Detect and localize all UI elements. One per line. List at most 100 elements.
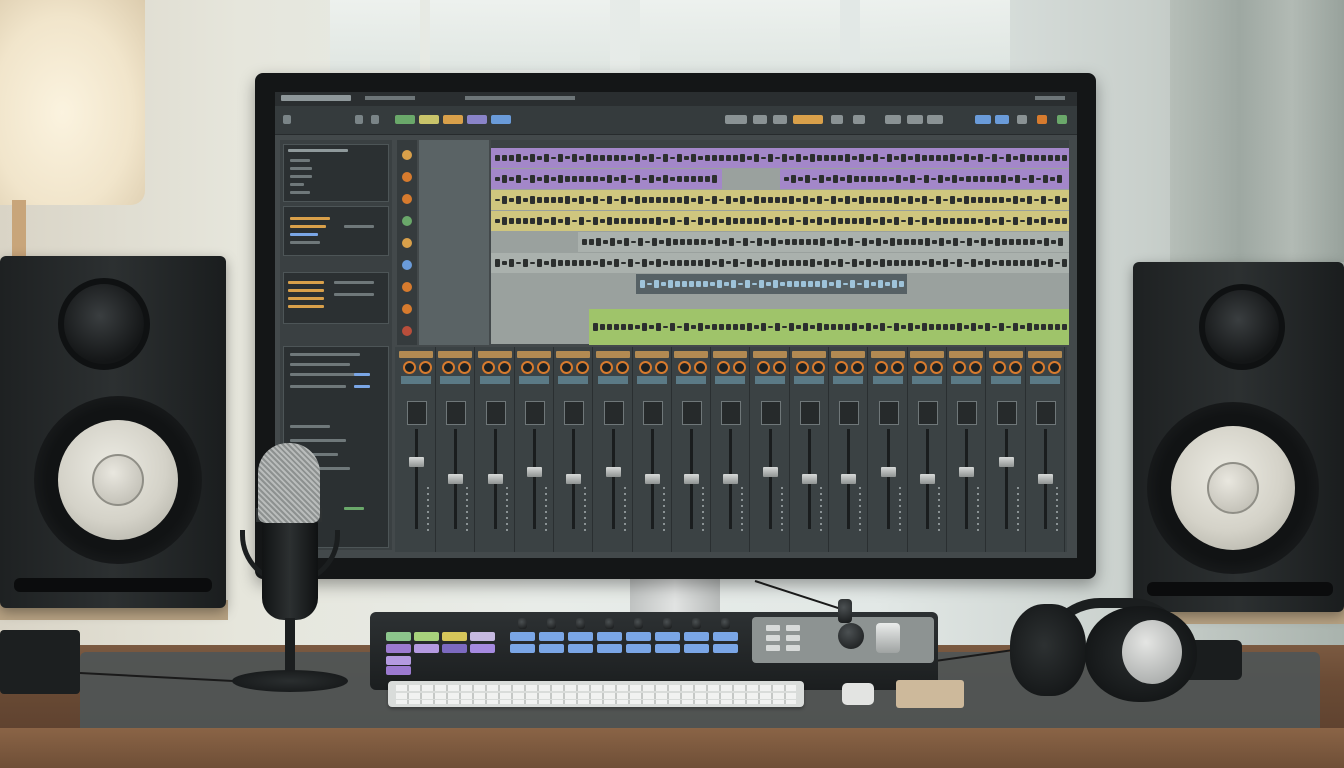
mixer-channel[interactable] — [554, 347, 594, 552]
knob-icon[interactable] — [605, 618, 614, 629]
track-icon[interactable] — [402, 282, 412, 292]
menu-icon[interactable] — [283, 115, 291, 124]
window-controls[interactable] — [1035, 96, 1065, 100]
insert-slot[interactable] — [911, 376, 942, 384]
pan-knob-icon[interactable] — [576, 361, 590, 374]
control-button[interactable] — [766, 635, 780, 641]
mixer-channel[interactable] — [908, 347, 947, 552]
control-button[interactable] — [766, 625, 780, 631]
insert-slot[interactable] — [951, 376, 982, 384]
mixer-channel[interactable] — [711, 347, 751, 552]
volume-fader[interactable] — [1037, 474, 1053, 484]
drum-pad[interactable] — [386, 656, 411, 665]
volume-fader[interactable] — [605, 467, 621, 477]
settings-icon[interactable] — [1017, 115, 1027, 124]
mixer-channel[interactable] — [1026, 347, 1065, 552]
insert-slot[interactable] — [401, 376, 431, 384]
pan-knob-icon[interactable] — [812, 361, 825, 374]
pan-knob-icon[interactable] — [654, 361, 668, 374]
computer-keyboard[interactable] — [388, 681, 804, 707]
drum-pad[interactable] — [414, 632, 439, 641]
pan-knob-icon[interactable] — [756, 361, 770, 374]
arrange-area[interactable] — [491, 148, 1069, 345]
pan-knob-icon[interactable] — [835, 361, 849, 374]
pan-knob-icon[interactable] — [772, 361, 786, 374]
drum-pad[interactable] — [470, 644, 495, 653]
knob-icon[interactable] — [634, 618, 643, 629]
drum-pad[interactable] — [470, 632, 495, 641]
mixer-channel[interactable] — [790, 347, 829, 552]
inspector-panel[interactable] — [283, 272, 389, 324]
track-icon[interactable] — [402, 216, 412, 226]
audio-clip[interactable] — [589, 309, 1069, 345]
channel-name-tab[interactable] — [674, 351, 709, 358]
record-button[interactable] — [1037, 115, 1047, 124]
channel-name-tab[interactable] — [988, 351, 1023, 358]
drum-pad[interactable] — [442, 644, 467, 653]
mixer-channel[interactable] — [436, 347, 476, 552]
mixer-channel[interactable] — [594, 347, 633, 552]
view-toggle-button[interactable] — [975, 115, 991, 124]
pan-knob-icon[interactable] — [953, 361, 967, 374]
control-button[interactable] — [766, 645, 780, 651]
drum-pad[interactable] — [386, 644, 411, 653]
track-icon[interactable] — [402, 194, 412, 204]
volume-fader[interactable] — [566, 474, 582, 484]
pan-knob-icon[interactable] — [615, 361, 629, 374]
pan-knob-icon[interactable] — [796, 361, 809, 374]
volume-fader[interactable] — [409, 457, 424, 467]
joystick-icon[interactable] — [876, 623, 900, 653]
transport-button[interactable] — [885, 115, 901, 124]
insert-slot[interactable] — [990, 376, 1021, 384]
mixer-channel[interactable] — [751, 347, 790, 552]
mixer-channel[interactable] — [987, 347, 1026, 552]
knob-icon[interactable] — [518, 618, 527, 629]
drum-pad[interactable] — [539, 632, 564, 641]
menu-bar[interactable] — [465, 96, 575, 100]
drum-pad[interactable] — [568, 644, 593, 653]
drum-pad[interactable] — [626, 644, 651, 653]
control-button[interactable] — [786, 645, 800, 651]
track-headers[interactable] — [419, 140, 489, 345]
pan-knob-icon[interactable] — [694, 361, 708, 374]
mixer-channel[interactable] — [515, 347, 554, 552]
insert-slot[interactable] — [558, 376, 589, 384]
drum-pad[interactable] — [713, 644, 738, 653]
pan-knob-icon[interactable] — [717, 361, 731, 374]
channel-name-tab[interactable] — [1027, 351, 1062, 358]
view-toggle-button[interactable] — [995, 115, 1009, 124]
channel-name-tab[interactable] — [792, 351, 826, 358]
knob-icon[interactable] — [838, 623, 864, 649]
knob-icon[interactable] — [838, 599, 852, 623]
drum-pad[interactable] — [510, 644, 535, 653]
audio-clip[interactable] — [577, 232, 1069, 252]
transport-button[interactable] — [753, 115, 767, 124]
pan-knob-icon[interactable] — [1031, 361, 1045, 374]
insert-slot[interactable] — [676, 376, 707, 384]
drum-pad[interactable] — [568, 632, 593, 641]
pan-knob-icon[interactable] — [969, 361, 983, 374]
volume-fader[interactable] — [684, 474, 700, 484]
volume-fader[interactable] — [919, 474, 935, 484]
mouse[interactable] — [842, 683, 874, 705]
toolbar-button[interactable] — [467, 115, 487, 124]
transport-button[interactable] — [831, 115, 843, 124]
mixer-channel[interactable] — [633, 347, 672, 552]
inspector-panel[interactable] — [283, 206, 389, 256]
knob-icon[interactable] — [576, 618, 585, 629]
channel-name-tab[interactable] — [477, 351, 512, 358]
tool-icon[interactable] — [355, 115, 363, 124]
channel-name-tab[interactable] — [831, 351, 866, 358]
audio-clip[interactable] — [491, 148, 1069, 168]
track-icon[interactable] — [402, 326, 412, 336]
drum-pad[interactable] — [597, 632, 622, 641]
drum-pad[interactable] — [713, 632, 738, 641]
knob-icon[interactable] — [547, 618, 556, 629]
pan-knob-icon[interactable] — [851, 361, 865, 374]
pan-knob-icon[interactable] — [458, 361, 472, 374]
insert-slot[interactable] — [715, 376, 746, 384]
pan-knob-icon[interactable] — [403, 361, 416, 374]
track-icon[interactable] — [402, 304, 412, 314]
transport-button[interactable] — [725, 115, 747, 124]
volume-fader[interactable] — [723, 474, 739, 484]
